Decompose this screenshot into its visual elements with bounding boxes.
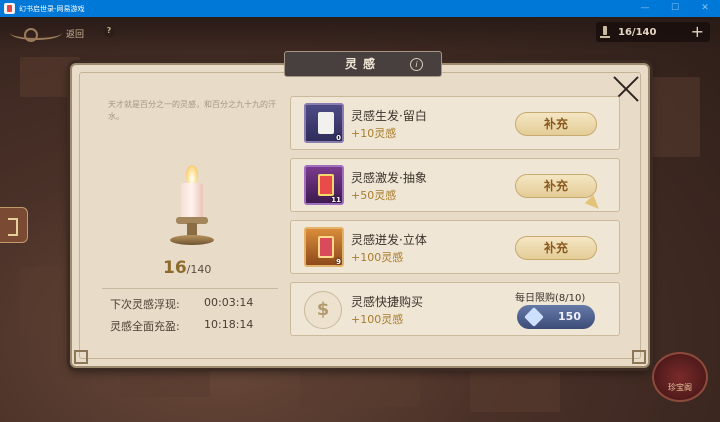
window-close-button[interactable]: ✕	[690, 0, 720, 17]
coin-icon: $	[304, 291, 342, 329]
timer-label: 下次灵感浮现:	[110, 298, 180, 311]
item-name: 灵感生发·留白	[351, 109, 427, 123]
return-label: 返回	[66, 29, 85, 40]
gem-icon	[524, 307, 544, 327]
pen-icon	[600, 26, 610, 38]
daily-limit: 每日限购(8/10)	[515, 293, 586, 304]
list-item: 11 灵感激发·抽象 +50灵感 补充	[290, 158, 620, 212]
timer-label: 灵感全面充盈:	[110, 320, 180, 333]
inspiration-stock: 16/140	[163, 258, 233, 278]
timer-value: 00:03:14	[204, 296, 254, 309]
inspiration-counter: 16/140 +	[596, 22, 710, 42]
item-count: 0	[336, 134, 341, 142]
list-item: 0 灵感生发·留白 +10灵感 补充	[290, 96, 620, 150]
buy-button[interactable]: 150	[517, 305, 595, 329]
stock-max: /140	[186, 263, 212, 276]
treasure-pavilion-button[interactable]: 珍宝阁	[652, 352, 708, 402]
list-item: $ 灵感快捷购买 +100灵感 每日限购(8/10) 150	[290, 282, 620, 336]
add-inspiration-button[interactable]: +	[691, 22, 704, 42]
blank-card-icon: 0	[304, 103, 344, 143]
item-gain: +100灵感	[351, 313, 404, 326]
minimize-button[interactable]: —	[630, 0, 660, 17]
stock-current: 16	[163, 258, 187, 278]
item-name: 灵感快捷购买	[351, 295, 424, 309]
items-list: 0 灵感生发·留白 +10灵感 补充 11 灵感激发·抽象 +50灵感 补充 9…	[290, 96, 620, 344]
item-count: 11	[331, 196, 341, 204]
item-name: 灵感迸发·立体	[351, 233, 427, 247]
abstract-card-icon: 11	[304, 165, 344, 205]
treasure-label: 珍宝阁	[668, 383, 692, 392]
list-item: 9 灵感迸发·立体 +100灵感 补充	[290, 220, 620, 274]
item-gain: +10灵感	[351, 127, 397, 140]
replenish-button[interactable]: 补充	[515, 174, 597, 198]
info-icon[interactable]: i	[410, 58, 423, 71]
maximize-button[interactable]: ☐	[660, 0, 690, 17]
item-gain: +50灵感	[351, 189, 397, 202]
help-icon[interactable]: ?	[103, 25, 115, 37]
side-tab-button[interactable]	[0, 207, 28, 243]
replenish-button[interactable]: 补充	[515, 236, 597, 260]
ornament-icon	[10, 26, 62, 42]
candle-icon	[168, 165, 218, 250]
dialog-title-plate: 灵感 i	[284, 51, 442, 77]
price-value: 150	[558, 310, 581, 323]
quote-text: 天才就是百分之一的灵感，和百分之九十九的汗水。	[108, 100, 276, 121]
timer-row: 下次灵感浮现: 00:03:14	[102, 296, 278, 312]
item-name: 灵感激发·抽象	[351, 171, 427, 185]
item-gain: +100灵感	[351, 251, 404, 264]
counter-value: 16/140	[618, 26, 657, 38]
solid-card-icon: 9	[304, 227, 344, 267]
timer-value: 10:18:14	[204, 318, 254, 331]
item-count: 9	[336, 258, 341, 266]
return-button[interactable]: 返回	[10, 22, 94, 44]
app-icon	[4, 3, 15, 14]
timer-row: 灵感全面充盈: 10:18:14	[102, 318, 278, 334]
timers-panel: 下次灵感浮现: 00:03:14 灵感全面充盈: 10:18:14	[102, 288, 278, 338]
window-title: 幻书启世录-网易游戏	[19, 4, 85, 13]
window-title-bar: 幻书启世录-网易游戏 — ☐ ✕	[0, 0, 720, 17]
dialog-title: 灵感	[344, 57, 381, 71]
replenish-button[interactable]: 补充	[515, 112, 597, 136]
